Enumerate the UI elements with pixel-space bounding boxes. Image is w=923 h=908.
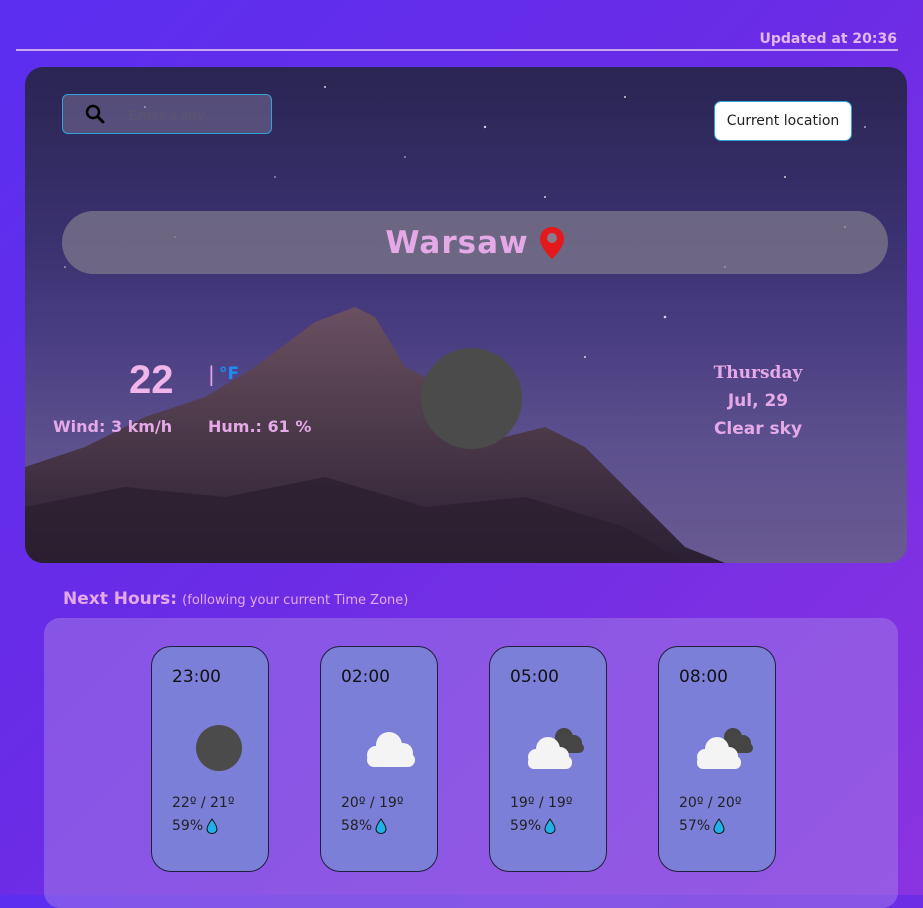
next-hours-subtitle: (following your current Time Zone) xyxy=(182,593,409,608)
dark-circle-icon xyxy=(192,723,242,777)
water-drop-icon xyxy=(713,818,725,834)
forecast-humidity: 57% xyxy=(679,818,711,834)
search-icon xyxy=(85,104,105,124)
search-box[interactable] xyxy=(62,94,272,134)
forecast-time: 08:00 xyxy=(679,667,728,687)
clouds-icon xyxy=(693,723,759,777)
forecast-card: 02:00 20º / 19º 58% xyxy=(320,646,438,872)
forecast-time: 02:00 xyxy=(341,667,390,687)
weather-description: Clear sky xyxy=(713,419,803,439)
water-drop-icon xyxy=(544,818,556,834)
weekday: Thursday xyxy=(713,363,803,383)
wind-speed: Wind: 3 km/h xyxy=(53,417,173,436)
next-hours-title: Next Hours: xyxy=(63,589,178,609)
forecast-temps: 22º / 21º xyxy=(172,795,235,811)
forecast-temps: 20º / 19º xyxy=(341,795,404,811)
header-divider xyxy=(16,49,898,51)
forecast-humidity: 59% xyxy=(172,818,204,834)
city-bar: Warsaw xyxy=(62,211,888,274)
next-hours-heading: Next Hours: (following your current Time… xyxy=(63,589,408,609)
water-drop-icon xyxy=(206,818,218,834)
forecast-time: 23:00 xyxy=(172,667,221,687)
forecast-card: 23:00 22º / 21º 59% xyxy=(151,646,269,872)
forecast-card: 05:00 19º / 19º 59% xyxy=(489,646,607,872)
forecast-panel: 23:00 22º / 21º 59% 02:00 20º / 19º 58% … xyxy=(44,618,898,908)
cloud-icon xyxy=(361,723,421,777)
date: Jul, 29 xyxy=(727,391,789,411)
location-pin-icon xyxy=(539,226,564,259)
city-search-input[interactable] xyxy=(127,103,261,127)
city-name: Warsaw xyxy=(385,224,529,261)
clouds-icon xyxy=(524,723,590,777)
current-weather-icon xyxy=(421,348,522,449)
current-location-button[interactable]: Current location xyxy=(714,101,852,141)
date-info: Thursday Jul, 29 Clear sky xyxy=(685,359,831,443)
water-drop-icon xyxy=(375,818,387,834)
forecast-humidity: 58% xyxy=(341,818,373,834)
unit-separator: | xyxy=(208,362,215,386)
updated-timestamp: Updated at 20:36 xyxy=(759,31,897,47)
unit-toggle-fahrenheit[interactable]: °F xyxy=(219,364,239,384)
hero-panel: Current location Warsaw 22 | °F Wind: 3 … xyxy=(25,67,907,563)
forecast-time: 05:00 xyxy=(510,667,559,687)
forecast-temps: 20º / 20º xyxy=(679,795,742,811)
current-temperature: 22 xyxy=(129,358,174,402)
forecast-humidity: 59% xyxy=(510,818,542,834)
forecast-temps: 19º / 19º xyxy=(510,795,573,811)
forecast-card: 08:00 20º / 20º 57% xyxy=(658,646,776,872)
humidity: Hum.: 61 % xyxy=(208,417,312,436)
mountain-background xyxy=(25,86,866,563)
